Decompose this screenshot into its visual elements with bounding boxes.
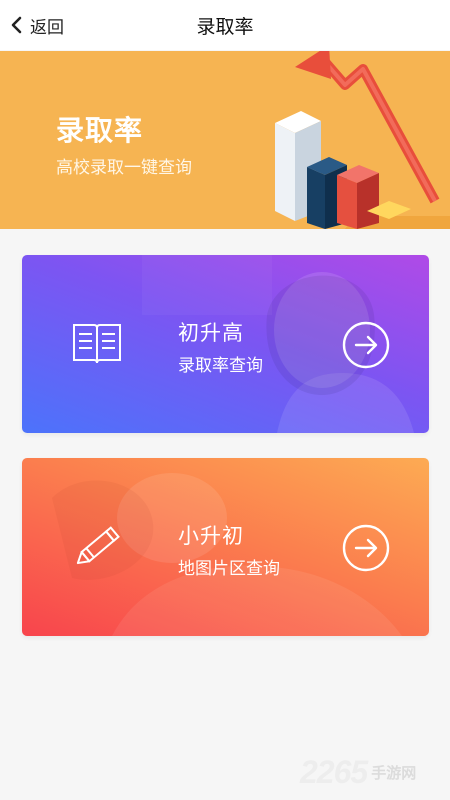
arrow-right-circle-icon[interactable] [342, 524, 390, 572]
card-title: 小升初 [178, 524, 244, 548]
watermark-site: 手游网 [371, 763, 417, 782]
card-primary-to-junior[interactable]: 小升初 地图片区查询 [22, 458, 429, 636]
banner-title: 录取率 [56, 114, 144, 147]
header-banner: 录取率 高校录取一键查询 [0, 51, 450, 229]
banner-subtitle: 高校录取一键查询 [56, 158, 192, 178]
card-title: 初升高 [178, 321, 244, 345]
card-junior-to-senior[interactable]: 初升高 录取率查询 [22, 255, 429, 433]
arrow-right-circle-icon[interactable] [342, 321, 390, 369]
book-icon [73, 324, 121, 364]
top-nav-bar: 返回 录取率 [0, 0, 450, 50]
site-watermark: 2265 手游网 [300, 752, 416, 792]
page-title: 录取率 [196, 16, 254, 38]
card-subtitle: 录取率查询 [178, 356, 263, 376]
pencil-icon [76, 526, 120, 565]
bar-chart-illustration [275, 51, 450, 229]
card-subtitle: 地图片区查询 [178, 559, 280, 579]
watermark-number: 2265 [300, 753, 368, 790]
